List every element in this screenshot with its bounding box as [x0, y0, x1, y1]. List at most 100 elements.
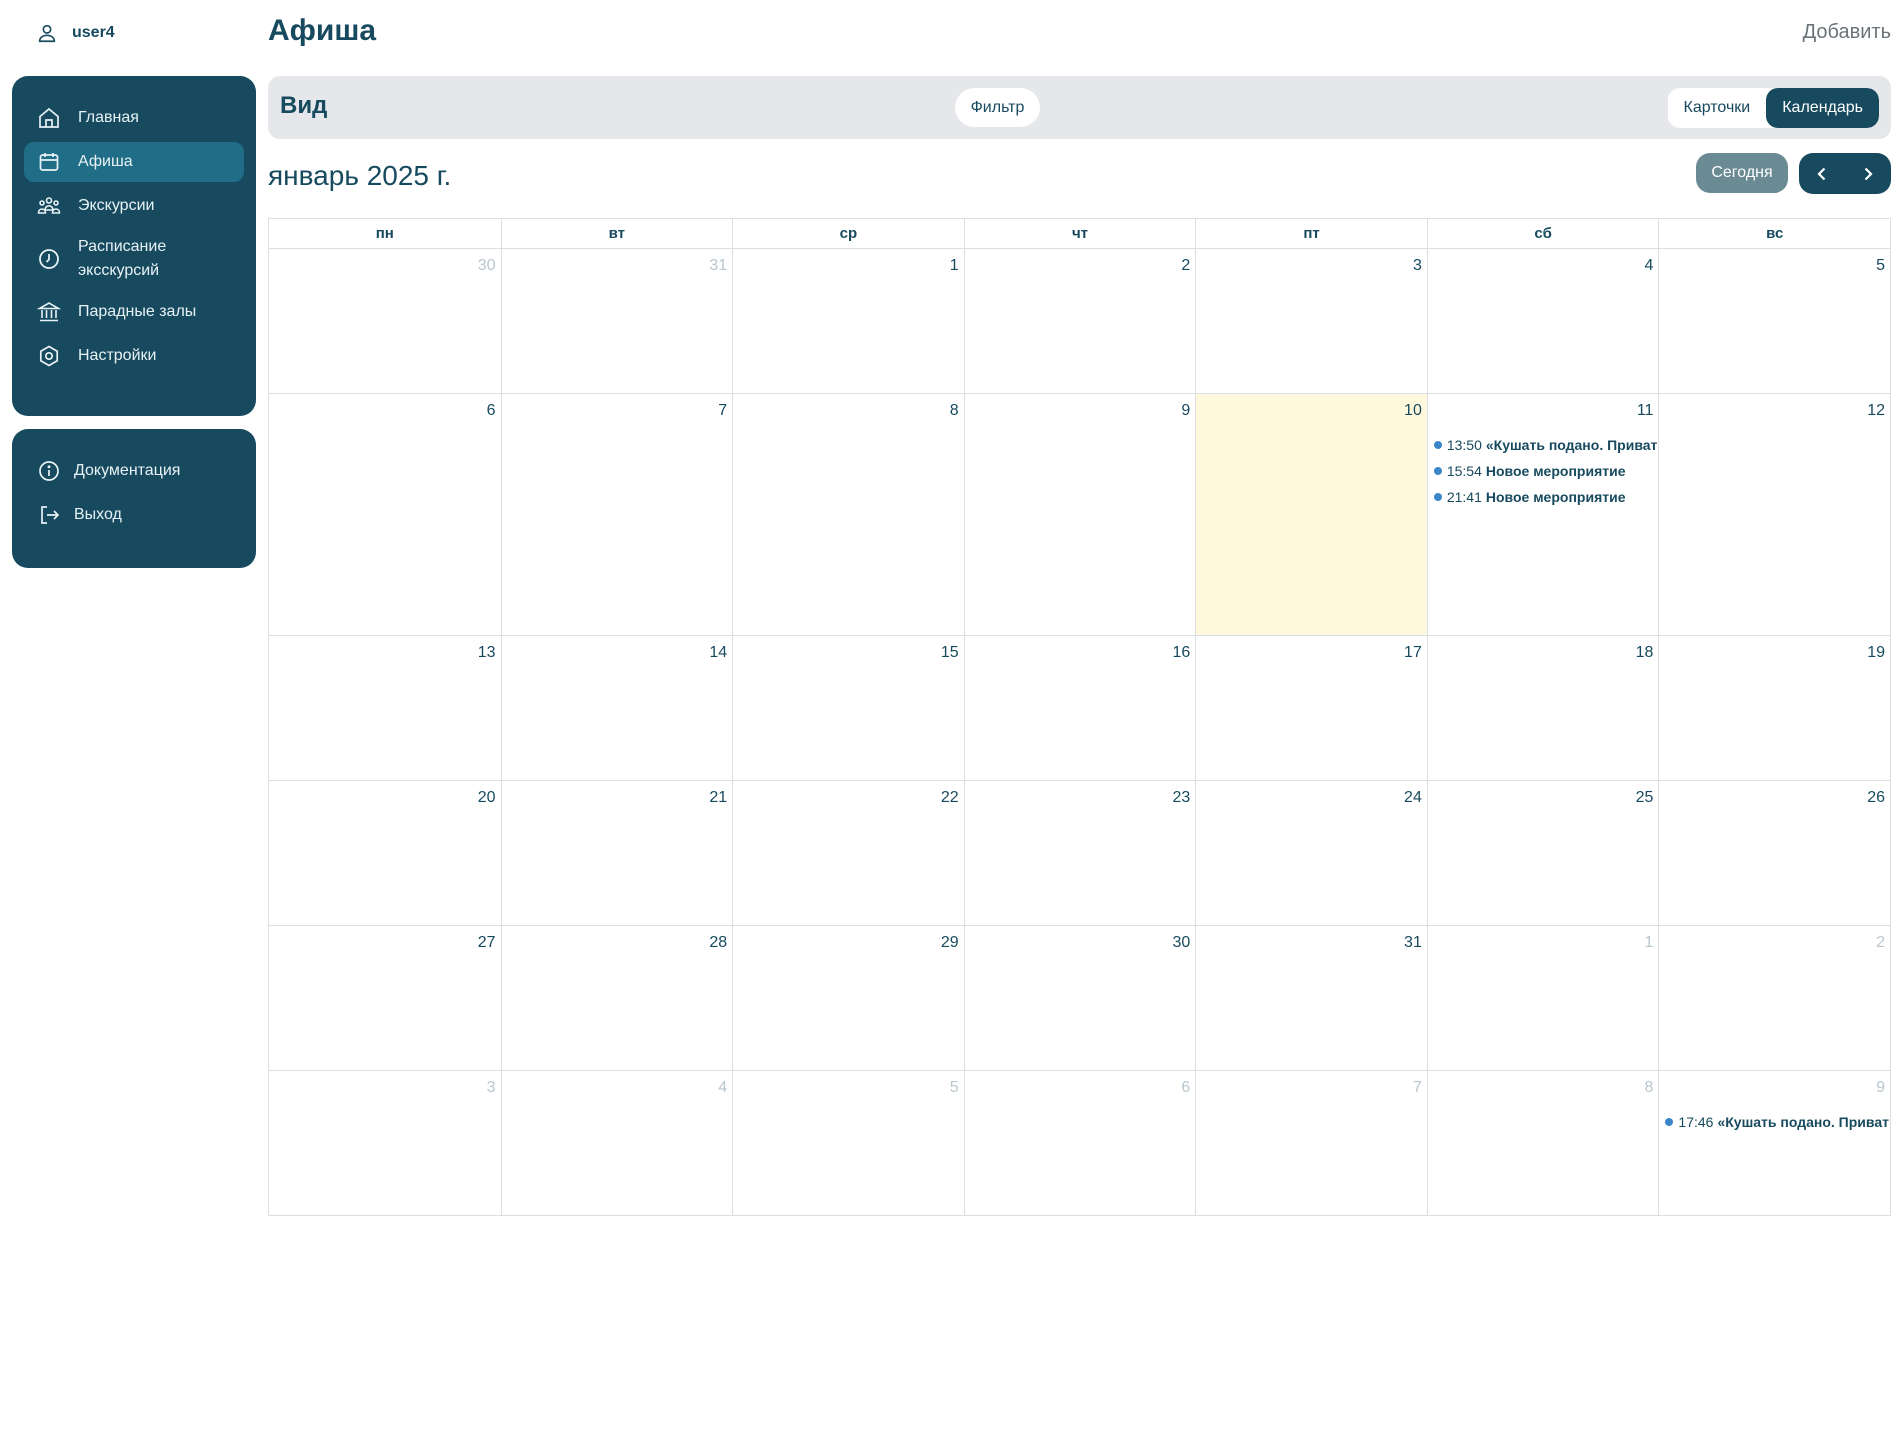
calendar-event[interactable]: 15:54 Новое мероприятие — [1433, 458, 1659, 484]
user-profile[interactable]: user4 — [36, 20, 115, 46]
calendar-day[interactable]: 8 — [732, 394, 964, 635]
calendar-day[interactable]: 28 — [500, 926, 733, 1070]
day-number: 1 — [949, 257, 959, 274]
calendar-day[interactable]: 9 17:46«Кушать подано. Приватный ужин — [1658, 1071, 1890, 1215]
calendar-day[interactable]: 23 — [963, 781, 1196, 925]
calendar-day[interactable]: 17 — [1195, 636, 1427, 780]
day-number: 29 — [940, 934, 959, 951]
weekday-label: пт — [1195, 219, 1427, 248]
calendar-day[interactable]: 21 — [500, 781, 733, 925]
calendar-day[interactable]: 5 — [732, 1071, 964, 1215]
sidebar-item-afisha[interactable]: Афиша — [24, 142, 244, 182]
day-number: 27 — [477, 934, 496, 951]
sidebar-item-halls[interactable]: Парадные залы — [24, 292, 244, 332]
calendar-event[interactable]: 21:41 Новое мероприятие — [1433, 484, 1659, 510]
sidebar-item-label: Главная — [78, 109, 139, 126]
prev-month-button[interactable] — [1799, 153, 1845, 194]
day-number: 9 — [1876, 1079, 1885, 1096]
sidebar-item-label: Афиша — [78, 153, 133, 170]
weekday-label: чт — [963, 219, 1196, 248]
calendar-day[interactable]: 31 — [500, 249, 733, 393]
view-mode-calendar[interactable]: Календарь — [1766, 88, 1879, 128]
calendar-day[interactable]: 29 — [732, 926, 964, 1070]
calendar-day[interactable]: 8 — [1426, 1071, 1659, 1215]
month-nav — [1799, 153, 1891, 194]
view-mode-cards[interactable]: Карточки — [1667, 88, 1767, 128]
day-number: 20 — [477, 789, 496, 806]
calendar-day[interactable]: 6 — [963, 1071, 1196, 1215]
calendar-event[interactable]: 13:50«Кушать подано. Приватный ужин — [1433, 432, 1659, 458]
sidebar-item-logout[interactable]: Выход — [24, 495, 244, 535]
calendar-day[interactable]: 31 — [1195, 926, 1427, 1070]
day-number: 7 — [718, 402, 728, 419]
calendar-day[interactable]: 19 — [1658, 636, 1890, 780]
calendar-day[interactable]: 18 — [1426, 636, 1659, 780]
day-number: 8 — [949, 402, 959, 419]
event-dot-icon — [1433, 493, 1442, 501]
calendar-day[interactable]: 30 — [963, 926, 1196, 1070]
day-number: 31 — [1404, 934, 1422, 951]
calendar-day[interactable]: 3 — [1195, 249, 1427, 393]
calendar-day[interactable]: 12 — [1658, 394, 1890, 635]
day-number: 11 — [1636, 402, 1654, 419]
sidebar-item-settings[interactable]: Настройки — [24, 336, 244, 376]
event-title: «Кушать подано. Приватный ужин — [1485, 437, 1659, 453]
calendar-day[interactable]: 13 — [269, 636, 501, 780]
calendar-day[interactable]: 1 — [1426, 926, 1659, 1070]
day-number: 12 — [1867, 402, 1885, 419]
calendar-day[interactable]: 20 — [269, 781, 501, 925]
event-time: 17:46 — [1678, 1114, 1714, 1130]
calendar-day[interactable]: 14 — [500, 636, 733, 780]
day-number: 5 — [1876, 257, 1885, 274]
day-number: 5 — [949, 1079, 959, 1096]
calendar-day[interactable]: 26 — [1658, 781, 1890, 925]
sidebar-item-schedule[interactable]: Расписание эксскурсий — [24, 230, 244, 288]
user-name: user4 — [72, 24, 115, 41]
calendar-day[interactable]: 4 — [500, 1071, 733, 1215]
calendar-event[interactable]: 17:46«Кушать подано. Приватный ужин — [1665, 1109, 1890, 1135]
calendar-day[interactable]: 3 — [269, 1071, 501, 1215]
calendar-day[interactable]: 5 — [1658, 249, 1890, 393]
calendar-day[interactable]: 27 — [269, 926, 501, 1070]
day-number: 3 — [486, 1079, 496, 1096]
calendar-day[interactable]: 15 — [732, 636, 964, 780]
event-title: Новое мероприятие — [1485, 463, 1626, 479]
calendar-day[interactable]: 30 — [269, 249, 501, 393]
calendar-day[interactable]: 2 — [963, 249, 1196, 393]
calendar-day[interactable]: 9 — [963, 394, 1196, 635]
calendar-day[interactable]: 1 — [732, 249, 964, 393]
event-time: 21:41 — [1446, 489, 1482, 505]
today-button[interactable]: Сегодня — [1696, 153, 1788, 193]
calendar-weeks: 30 31 1 2 3 4 5 6 7 8 9 10 11 13:50 «Кушать подано. Пр… — [269, 249, 1890, 1215]
sidebar-item-label: Выход — [74, 506, 122, 523]
day-number: 21 — [709, 789, 728, 806]
day-number: 1 — [1644, 934, 1654, 951]
calendar-day[interactable]: 22 — [732, 781, 964, 925]
sidebar-item-home[interactable]: Главная — [24, 98, 244, 138]
sidebar-item-docs[interactable]: Документация — [24, 451, 244, 491]
calendar-day[interactable]: 11 13:50«Кушать подано. Приватный ужин15:… — [1426, 394, 1659, 635]
calendar-day[interactable]: 7 — [1195, 1071, 1427, 1215]
chevron-right-icon — [1864, 167, 1873, 180]
calendar-day[interactable]: 25 — [1426, 781, 1659, 925]
calendar-day[interactable]: 4 — [1426, 249, 1659, 393]
day-number: 15 — [940, 644, 959, 661]
day-number: 3 — [1412, 257, 1422, 274]
calendar-week: 3 4 5 6 7 8 9 17:46«Кушать подано. Приватный уж… — [269, 1070, 1890, 1215]
next-month-button[interactable] — [1845, 153, 1891, 194]
add-button[interactable]: Добавить — [1803, 21, 1891, 44]
day-number: 13 — [477, 644, 496, 661]
day-number: 30 — [477, 257, 496, 274]
filter-button[interactable]: Фильтр — [955, 88, 1040, 127]
page-title: Афиша — [268, 14, 377, 47]
calendar-day[interactable]: 16 — [963, 636, 1196, 780]
calendar-day[interactable]: 24 — [1195, 781, 1427, 925]
day-number: 6 — [1181, 1079, 1191, 1096]
calendar-day[interactable]: 6 — [269, 394, 501, 635]
day-number: 10 — [1404, 402, 1422, 419]
sidebar-item-excursions[interactable]: Экскурсии — [24, 186, 244, 226]
sidebar-item-label: Расписание эксскурсий — [78, 238, 167, 279]
calendar-day[interactable]: 7 — [500, 394, 733, 635]
calendar-day[interactable]: 2 — [1658, 926, 1890, 1070]
calendar-day-today[interactable]: 10 — [1195, 394, 1427, 635]
